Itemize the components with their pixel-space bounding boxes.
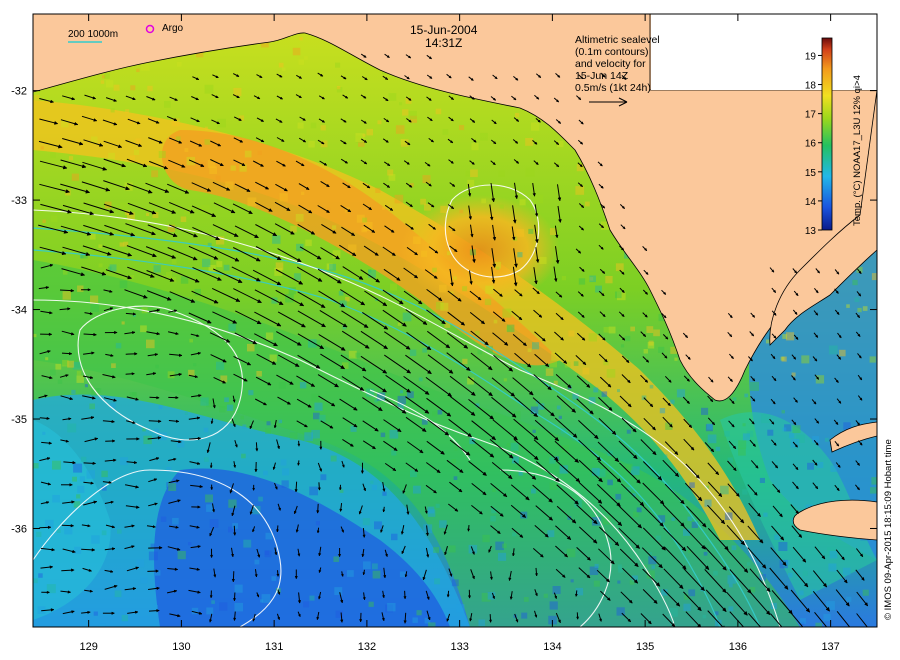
sst-map: 129 130 131 132 133 134 135 136 137 -32 -33 -34 -35… — [11, 13, 878, 653]
credit-text: © IMOS 09-Apr-2015 18:15:09 Hobart time — [883, 439, 894, 620]
x-tick-label: 132 — [358, 641, 376, 653]
x-tick-label: 130 — [172, 641, 190, 653]
colorbar-tick-label: 16 — [805, 139, 817, 150]
colorbar-tick-label: 15 — [805, 168, 817, 179]
sealevel-legend-line: 15-Jun 14Z — [575, 70, 629, 82]
y-tick-label: -36 — [11, 523, 27, 535]
x-tick-label: 134 — [543, 641, 561, 653]
colorbar-tick-label: 18 — [805, 81, 817, 92]
y-tick-label: -35 — [11, 414, 27, 426]
argo-legend-label: Argo — [162, 23, 184, 34]
no-data-region — [651, 14, 877, 90]
isobath-legend-label: 200 1000m — [68, 29, 119, 40]
date-stamp: 15-Jun-2004 14:31Z — [410, 24, 477, 50]
y-tick-label: -33 — [11, 195, 27, 207]
colorbar-tick-label: 19 — [805, 51, 817, 62]
plot-area — [33, 14, 877, 627]
x-tick-label: 133 — [450, 641, 468, 653]
colorbar-tick-label: 17 — [805, 110, 817, 121]
y-tick-label: -34 — [11, 305, 27, 317]
colorbar-tick-label: 14 — [805, 197, 817, 208]
x-tick-label: 136 — [729, 641, 747, 653]
sealevel-legend-line: 0.5m/s (1kt 24h) — [575, 82, 651, 94]
colorbar-tick-label: 13 — [805, 226, 817, 237]
x-tick-label: 131 — [265, 641, 283, 653]
colorbar-label: Temp. (°C) NOAA17_L3U 12% qi>4 — [852, 75, 863, 226]
sealevel-legend: Altimetric sealevel (0.1m contours) and … — [575, 34, 660, 94]
sealevel-legend-line: and velocity for — [575, 58, 646, 70]
x-tick-label: 129 — [79, 641, 97, 653]
sealevel-legend-line: (0.1m contours) — [575, 46, 649, 58]
colorbar — [821, 37, 833, 231]
y-tick-label: -32 — [11, 86, 27, 98]
x-tick-label: 137 — [821, 641, 839, 653]
time-label: 14:31Z — [425, 36, 463, 50]
x-tick-label: 135 — [636, 641, 654, 653]
sealevel-legend-line: Altimetric sealevel — [575, 34, 660, 46]
